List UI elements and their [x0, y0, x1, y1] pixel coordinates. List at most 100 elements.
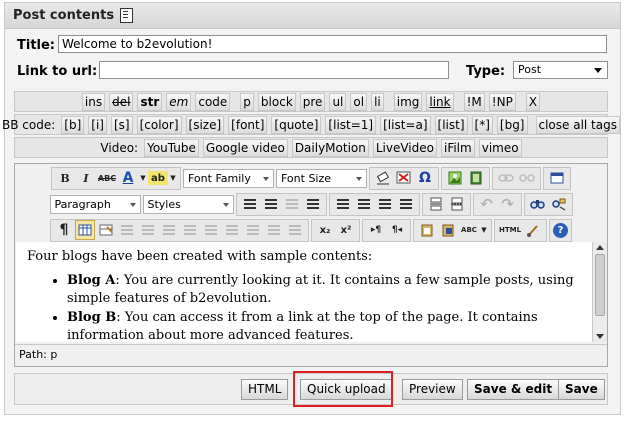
paste-text-icon[interactable] [417, 220, 437, 240]
bb-list-button[interactable]: [list] [434, 115, 468, 134]
video-livevideo-button[interactable]: LiveVideo [372, 138, 437, 157]
col-before-icon[interactable] [201, 220, 221, 240]
media-icon[interactable] [466, 168, 486, 188]
hr-icon[interactable] [426, 194, 446, 214]
video-dailymotion-button[interactable]: DailyMotion [291, 138, 369, 157]
help-icon[interactable] [120, 8, 134, 23]
editor-content[interactable]: Four blogs have been created with sample… [16, 242, 592, 342]
outdent-icon[interactable] [282, 194, 302, 214]
qt-block-button[interactable]: block [257, 92, 296, 111]
forecolor-button[interactable]: A [118, 168, 138, 188]
align-right-icon[interactable] [375, 194, 395, 214]
cell-props-icon[interactable] [117, 220, 137, 240]
split-cells-icon[interactable] [264, 220, 284, 240]
subscript-button[interactable]: x₂ [315, 220, 335, 240]
qt-more-button[interactable]: !M [463, 92, 485, 111]
paste-word-icon[interactable] [438, 220, 458, 240]
qt-ins-button[interactable]: ins [81, 92, 106, 111]
link-icon[interactable] [496, 168, 516, 188]
video-youtube-button[interactable]: YouTube [144, 138, 199, 157]
numbered-list-icon[interactable] [261, 194, 281, 214]
row-after-icon[interactable] [159, 220, 179, 240]
qt-str-button[interactable]: str [137, 92, 163, 111]
highlight-dropdown-icon[interactable]: ▼ [169, 168, 177, 188]
forecolor-dropdown-icon[interactable]: ▼ [139, 168, 147, 188]
undo-icon[interactable]: ↶ [477, 194, 497, 214]
styles-select[interactable]: Styles [142, 194, 234, 214]
title-input[interactable]: Welcome to b2evolution! [58, 35, 607, 53]
html-source-button[interactable]: HTML [498, 220, 522, 240]
scroll-thumb[interactable] [595, 254, 605, 316]
qt-del-button[interactable]: del [109, 92, 134, 111]
highlight-button[interactable]: ab [148, 171, 168, 185]
rtl-button[interactable]: ¶◂ [387, 220, 407, 240]
bb-quote-button[interactable]: [quote] [271, 115, 322, 134]
bb-color-button[interactable]: [color] [136, 115, 182, 134]
image-icon[interactable] [445, 168, 465, 188]
qt-code-button[interactable]: code [195, 92, 231, 111]
video-google-button[interactable]: Google video [202, 138, 288, 157]
spellcheck-dropdown-icon[interactable]: ▼ [480, 220, 488, 240]
superscript-button[interactable]: x² [336, 220, 356, 240]
link-url-input[interactable] [99, 61, 449, 79]
bb-size-button[interactable]: [size] [185, 115, 225, 134]
qt-ol-button[interactable]: ol [350, 92, 368, 111]
bb-s-button[interactable]: [s] [110, 115, 133, 134]
qt-p-button[interactable]: p [240, 92, 254, 111]
bb-list1-button[interactable]: [list=1] [325, 115, 377, 134]
format-select[interactable]: Paragraph [49, 194, 141, 214]
scroll-down-icon[interactable] [596, 334, 604, 339]
qt-em-button[interactable]: em [166, 92, 192, 111]
bb-item-button[interactable]: [*] [471, 115, 493, 134]
eraser-icon[interactable] [373, 168, 393, 188]
video-vimeo-button[interactable]: vimeo [478, 138, 522, 157]
table-icon[interactable] [75, 220, 95, 240]
row-before-icon[interactable] [138, 220, 158, 240]
delete-row-icon[interactable] [180, 220, 200, 240]
italic-button[interactable]: I [76, 168, 96, 188]
font-size-select[interactable]: Font Size [276, 168, 367, 188]
brush-icon[interactable] [523, 220, 543, 240]
find-icon[interactable] [528, 194, 548, 214]
align-left-icon[interactable] [333, 194, 353, 214]
fullscreen-icon[interactable] [547, 168, 567, 188]
bb-font-button[interactable]: [font] [228, 115, 268, 134]
type-select[interactable]: Post [513, 61, 608, 79]
bb-i-button[interactable]: [i] [88, 115, 107, 134]
show-blocks-button[interactable]: ¶ [54, 220, 74, 240]
bb-bg-button[interactable]: [bg] [496, 115, 528, 134]
qt-close-button[interactable]: X [525, 92, 541, 111]
row-props-icon[interactable] [96, 220, 116, 240]
bb-close-all-button[interactable]: close all tags [535, 115, 620, 134]
strikethrough-button[interactable]: ABC [97, 168, 117, 188]
delete-col-icon[interactable] [243, 220, 263, 240]
scroll-up-icon[interactable] [596, 245, 604, 250]
cleanup-icon[interactable] [394, 168, 414, 188]
video-ifilm-button[interactable]: iFilm [440, 138, 475, 157]
bb-lista-button[interactable]: [list=a] [380, 115, 431, 134]
editor-help-button[interactable]: ? [553, 222, 568, 238]
pagebreak-icon[interactable] [447, 194, 467, 214]
align-justify-icon[interactable] [396, 194, 416, 214]
replace-icon[interactable] [549, 194, 569, 214]
qt-nopage-button[interactable]: !NP [488, 92, 516, 111]
bullet-list-icon[interactable] [240, 194, 260, 214]
align-center-icon[interactable] [354, 194, 374, 214]
html-button[interactable]: HTML [241, 379, 289, 400]
bb-b-button[interactable]: [b] [61, 115, 85, 134]
save-button[interactable]: Save [558, 379, 605, 400]
unlink-icon[interactable] [517, 168, 537, 188]
preview-button[interactable]: Preview [402, 379, 463, 400]
col-after-icon[interactable] [222, 220, 242, 240]
qt-img-button[interactable]: img [393, 92, 423, 111]
font-family-select[interactable]: Font Family [183, 168, 274, 188]
qt-pre-button[interactable]: pre [299, 92, 326, 111]
qt-li-button[interactable]: li [371, 92, 384, 111]
editor-scrollbar[interactable] [592, 242, 607, 342]
spellcheck-button[interactable]: ABC [459, 220, 479, 240]
qt-ul-button[interactable]: ul [329, 92, 347, 111]
merge-cells-icon[interactable] [285, 220, 305, 240]
save-edit-button[interactable]: Save & edit [467, 379, 560, 400]
qt-link-button[interactable]: link [426, 92, 454, 111]
redo-icon[interactable]: ↷ [498, 194, 518, 214]
